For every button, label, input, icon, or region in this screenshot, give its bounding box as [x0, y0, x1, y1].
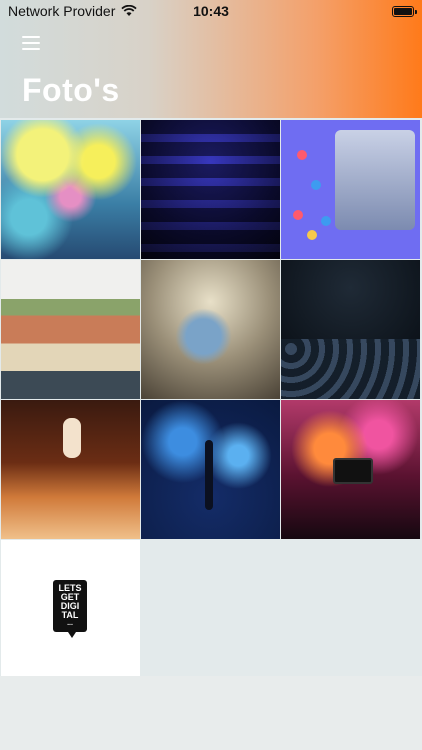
page-title: Foto's	[22, 72, 120, 108]
network-provider: Network Provider	[8, 3, 116, 19]
wifi-icon	[121, 5, 138, 16]
lets-get-digital-logo: LETS GET DIGI TAL ...	[53, 580, 87, 638]
empty-footer-area	[0, 676, 422, 750]
photo-tile[interactable]	[281, 120, 420, 259]
photo-tile[interactable]	[1, 260, 140, 399]
photo-tile[interactable]	[281, 400, 420, 539]
logo-tile[interactable]: LETS GET DIGI TAL ...	[1, 540, 140, 679]
status-bar: Network Provider 10:43	[0, 0, 422, 22]
battery-icon	[392, 5, 417, 17]
photo-tile[interactable]	[141, 400, 280, 539]
photo-tile[interactable]	[1, 120, 140, 259]
hamburger-menu-icon[interactable]	[22, 36, 40, 50]
photo-grid: LETS GET DIGI TAL ...	[1, 120, 421, 679]
photo-tile[interactable]	[141, 120, 280, 259]
photo-tile[interactable]	[1, 400, 140, 539]
photo-tile[interactable]	[281, 260, 420, 399]
photo-tile[interactable]	[141, 260, 280, 399]
